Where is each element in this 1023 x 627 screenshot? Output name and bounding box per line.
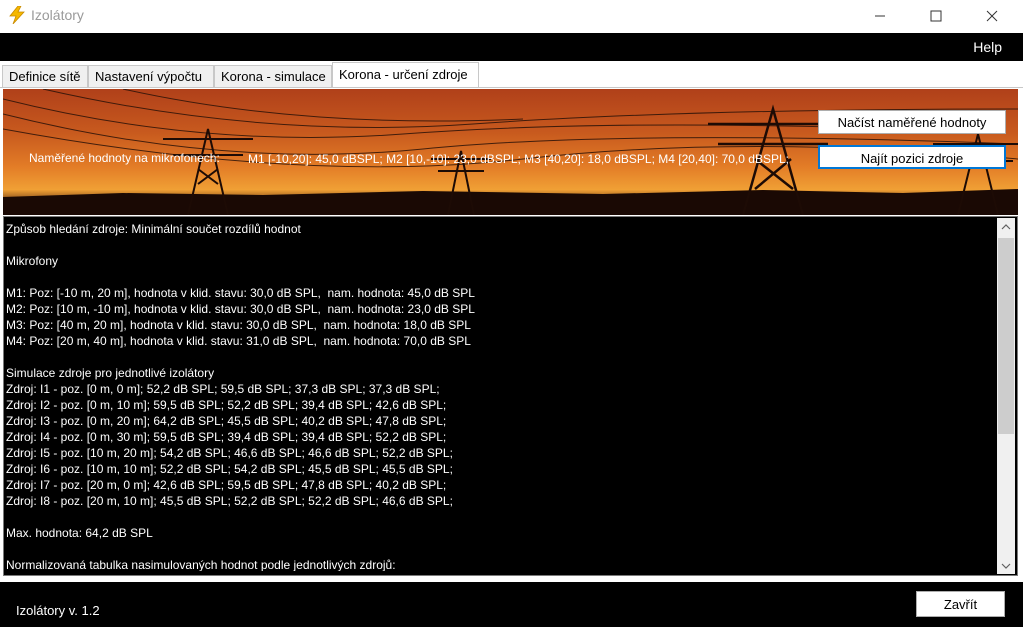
scroll-up-button[interactable] [997,218,1015,235]
output-line: Zdroj: I7 - poz. [20 m, 0 m]; 42,6 dB SP… [6,478,447,492]
menu-help[interactable]: Help [973,39,1002,55]
output-line: Zdroj: I2 - poz. [0 m, 10 m]; 59,5 dB SP… [6,398,447,412]
output-line: Zdroj: I8 - poz. [20 m, 10 m]; 45,5 dB S… [6,494,453,508]
output-line: Zdroj: I6 - poz. [10 m, 10 m]; 52,2 dB S… [6,462,453,476]
output-line: Zdroj: I4 - poz. [0 m, 30 m]; 59,5 dB SP… [6,430,447,444]
minimize-icon [875,15,885,16]
output-line: Způsob hledání zdroje: Minimální součet … [6,222,301,236]
output-line: Zdroj: I3 - poz. [0 m, 20 m]; 64,2 dB SP… [6,414,447,428]
tab-definice-site[interactable]: Definice sítě [2,65,88,87]
tab-korona-simulace[interactable]: Korona - simulace [214,65,332,87]
output-line: Zdroj: I1 - poz. [0 m, 0 m]; 52,2 dB SPL… [6,382,440,396]
window-title: Izolátory [31,7,84,23]
output-line: M4: Poz: [20 m, 40 m], hodnota v klid. s… [6,334,471,348]
find-source-position-button[interactable]: Najít pozici zdroje [818,145,1006,169]
output-line: M3: Poz: [40 m, 20 m], hodnota v klid. s… [6,318,471,332]
chevron-up-icon [1001,223,1011,229]
tab-divider [0,87,1023,88]
tab-korona-urceni-zdroje[interactable]: Korona - určení zdroje [332,62,479,88]
vertical-scrollbar[interactable] [997,218,1015,574]
menu-bar: Help [0,33,1023,61]
close-icon [986,10,998,21]
title-bar: Izolátory [0,0,1023,31]
output-textarea[interactable]: Způsob hledání zdroje: Minimální součet … [3,216,1018,576]
output-line: Max. hodnota: 64,2 dB SPL [6,526,153,540]
output-line: M2: Poz: [10 m, -10 m], hodnota v klid. … [6,302,475,316]
measured-values-text: M1 [-10,20]: 45,0 dBSPL; M2 [10,-10]: 23… [248,152,790,166]
maximize-icon [930,10,942,21]
tab-nastaveni-vypoctu[interactable]: Nastavení výpočtu [88,65,214,87]
load-measured-values-button[interactable]: Načíst naměřené hodnoty [818,110,1006,134]
minimize-button[interactable] [857,0,903,31]
output-line: Normalizovaná tabulka nasimulovaných hod… [6,558,396,571]
scroll-down-button[interactable] [997,557,1015,574]
version-label: Izolátory v. 1.2 [16,603,100,618]
lightning-icon [7,5,27,25]
measured-values-label: Naměřené hodnoty na mikrofonech: [29,151,220,165]
close-button[interactable]: Zavřít [916,591,1005,617]
output-line: M1: Poz: [-10 m, 20 m], hodnota v klid. … [6,286,475,300]
output-line: Simulace zdroje pro jednotlivé izolátory [6,366,215,380]
footer-bar: Izolátory v. 1.2 Zavřít [0,582,1023,627]
output-line: Zdroj: I5 - poz. [10 m, 20 m]; 54,2 dB S… [6,446,453,460]
tab-strip: Definice sítě Nastavení výpočtu Korona -… [0,61,1023,88]
output-line: Mikrofony [6,254,59,268]
chevron-down-icon [1001,563,1011,569]
close-window-button[interactable] [969,0,1015,31]
output-text: Způsob hledání zdroje: Minimální součet … [6,221,991,571]
scroll-thumb[interactable] [998,238,1014,434]
maximize-button[interactable] [913,0,959,31]
banner-panel: Naměřené hodnoty na mikrofonech: M1 [-10… [3,89,1018,215]
